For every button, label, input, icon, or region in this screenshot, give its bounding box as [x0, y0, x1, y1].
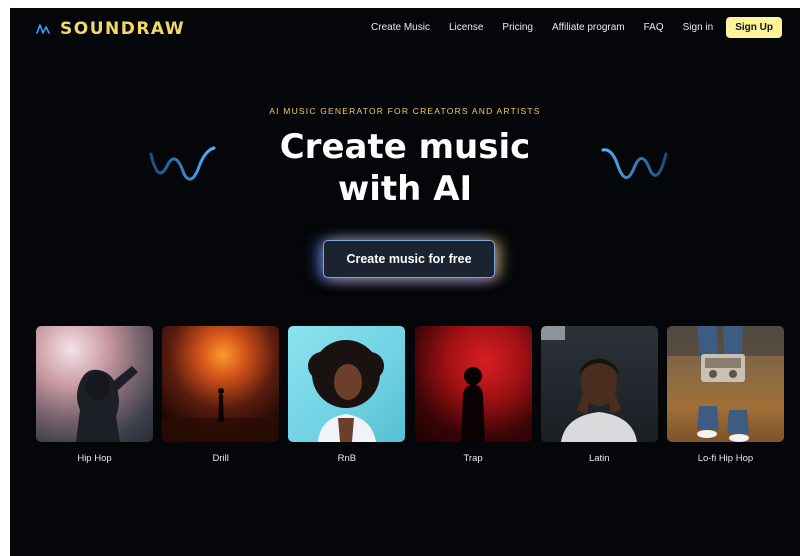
genre-label: Trap: [463, 453, 483, 464]
figure-in-red-smoke-photo[interactable]: [414, 326, 532, 442]
brand-name: SOUNDRAW: [60, 19, 186, 39]
genre-card-trap[interactable]: Trap: [414, 326, 532, 464]
genre-card-rnb[interactable]: RnB: [288, 326, 406, 464]
headline-line-2: with AI: [337, 169, 473, 209]
soundraw-landing-page: SOUNDRAW Create Music License Pricing Af…: [10, 8, 800, 556]
headline-line-1: Create music: [279, 127, 531, 167]
genre-card-hip-hop[interactable]: Hip Hop: [36, 326, 153, 464]
nav-links: Create Music License Pricing Affiliate p…: [352, 17, 782, 38]
genre-card-drill[interactable]: Drill: [162, 326, 280, 464]
nav-pricing[interactable]: Pricing: [502, 22, 533, 33]
nav-affiliate-program[interactable]: Affiliate program: [552, 22, 625, 33]
sign-up-button[interactable]: Sign Up: [726, 17, 782, 38]
genre-card-lo-fi-hip-hop[interactable]: Lo-fi Hip Hop: [666, 326, 784, 464]
genre-card-latin[interactable]: Latin: [540, 326, 658, 464]
man-with-hands-to-face-photo[interactable]: [540, 326, 658, 442]
genre-label: RnB: [337, 453, 357, 464]
genre-label: Lo-fi Hip Hop: [697, 453, 754, 464]
create-music-for-free-button[interactable]: Create music for free: [323, 240, 495, 278]
nav-sign-in[interactable]: Sign in: [683, 22, 714, 33]
person-holding-radio-photo[interactable]: [666, 326, 784, 442]
hero-headline: Create music with AI: [10, 126, 800, 210]
wave-squiggle-icon: [601, 148, 668, 179]
soundwave-logo-icon: [36, 24, 50, 34]
genre-label: Hip Hop: [77, 453, 112, 464]
genre-label: Drill: [212, 453, 229, 464]
woman-with-curly-hair-photo[interactable]: [288, 326, 406, 442]
nav-faq[interactable]: FAQ: [644, 22, 664, 33]
top-navigation: SOUNDRAW Create Music License Pricing Af…: [10, 8, 800, 52]
brand-logo[interactable]: SOUNDRAW: [36, 19, 185, 39]
silhouette-in-orange-fog-photo[interactable]: [162, 326, 280, 442]
nav-create-music[interactable]: Create Music: [371, 22, 430, 33]
nav-license[interactable]: License: [449, 22, 483, 33]
genre-gallery: Hip Hop Drill RnB Trap Latin Lo-fi Hip H…: [36, 326, 784, 464]
hooded-figure-in-smoke-photo[interactable]: [36, 326, 153, 442]
genre-label: Latin: [588, 453, 610, 464]
hero-tagline: AI MUSIC GENERATOR FOR CREATORS AND ARTI…: [269, 106, 541, 116]
